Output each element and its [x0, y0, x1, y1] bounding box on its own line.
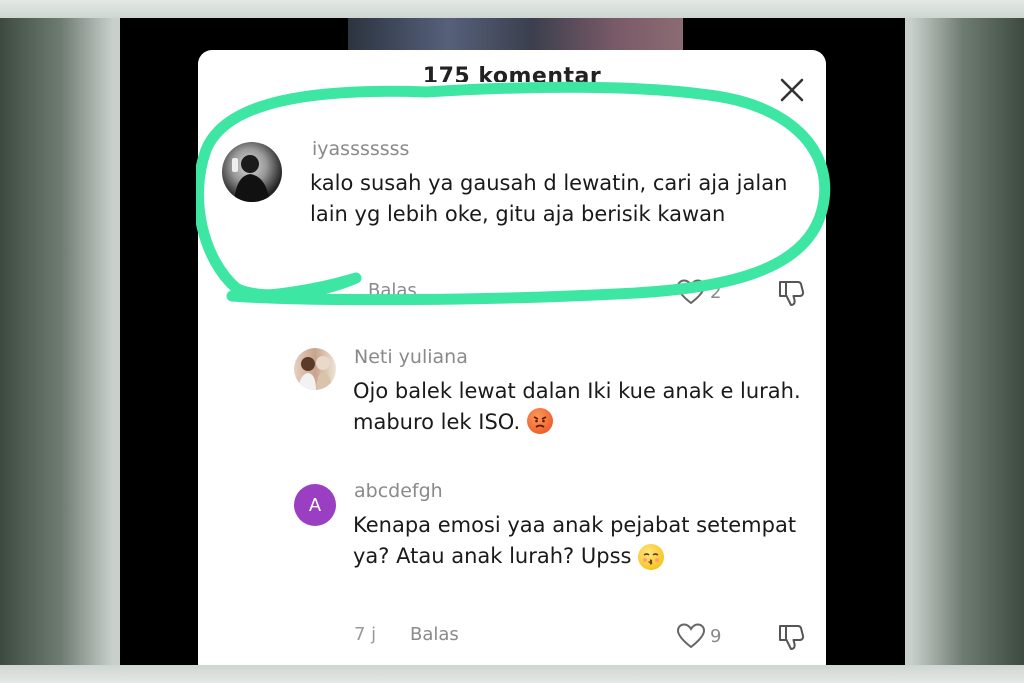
thumbs-down-icon — [779, 625, 805, 650]
photo-frame-bottom — [0, 665, 1024, 683]
comment-text-body: Ojo balek lewat dalan Iki kue anak e lur… — [353, 379, 801, 434]
like-count: 9 — [710, 625, 722, 647]
avatar[interactable]: A — [294, 484, 336, 526]
comment-username[interactable]: iyasssssss — [312, 138, 409, 160]
close-button[interactable] — [776, 74, 808, 106]
avatar[interactable] — [222, 142, 282, 202]
comment-time: 7 j — [354, 624, 377, 645]
comment-text: Kenapa emosi yaa anak pejabat setempat y… — [353, 510, 813, 572]
angry-face-emoji — [526, 408, 553, 434]
comment-username[interactable]: Neti yuliana — [354, 346, 468, 368]
comment-time: 7j — [312, 280, 329, 301]
thumbs-down-icon — [779, 281, 805, 306]
comments-count-title: 175 komentar — [422, 64, 602, 82]
heart-icon — [676, 279, 706, 305]
reply-button[interactable]: Balas — [410, 624, 459, 645]
dislike-button[interactable] — [776, 278, 806, 312]
comment-text-body: Kenapa emosi yaa anak pejabat setempat y… — [353, 513, 797, 568]
photo-frame-top — [0, 0, 1024, 18]
like-count: 2 — [710, 281, 722, 303]
avatar-initial: A — [308, 494, 321, 515]
comments-sheet: 175 komentar iyasssssss kalo susah ya ga… — [198, 50, 826, 665]
reply-button[interactable]: Balas — [368, 280, 417, 301]
close-icon — [780, 78, 804, 102]
like-button[interactable]: 9 — [676, 622, 721, 650]
avatar[interactable] — [294, 348, 336, 390]
kissing-face-emoji — [638, 544, 665, 570]
video-thumbnail — [348, 18, 683, 50]
comment-text: kalo susah ya gausah d lewatin, cari aja… — [310, 171, 788, 226]
like-button[interactable]: 2 — [676, 278, 721, 306]
dislike-button[interactable] — [776, 622, 806, 656]
comment-text: Ojo balek lewat dalan Iki kue anak e lur… — [353, 376, 813, 438]
comment-username[interactable]: abcdefgh — [354, 480, 443, 502]
heart-icon — [676, 623, 706, 649]
